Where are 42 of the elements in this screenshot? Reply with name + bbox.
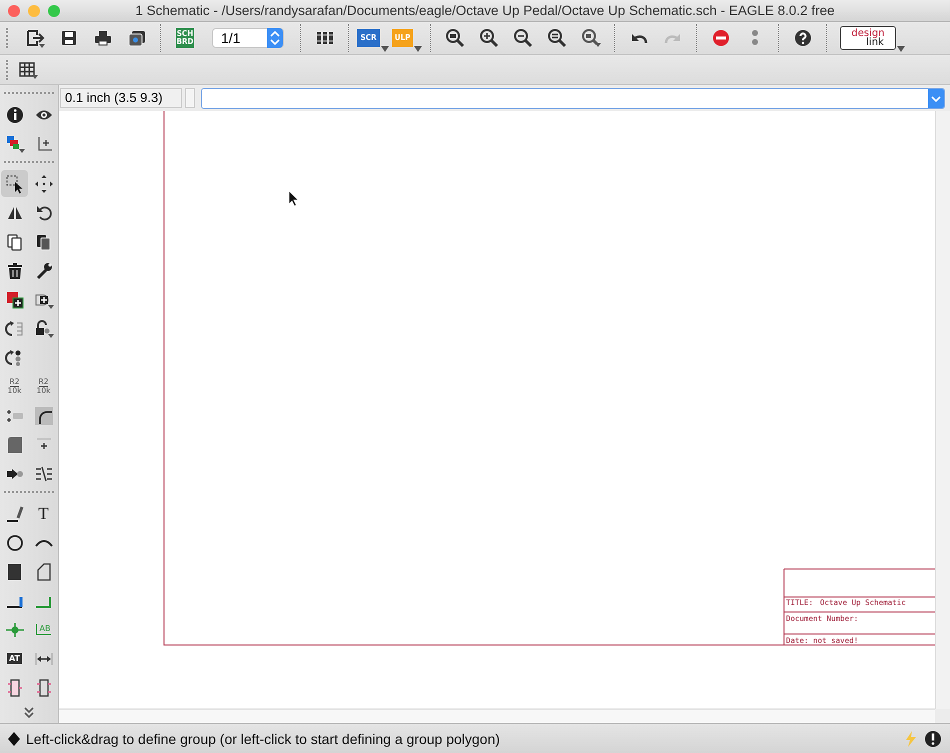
swap-gate-icon[interactable] [4,318,24,338]
attribute-tool-icon[interactable]: AT [6,653,22,664]
stop-icon[interactable] [711,28,731,48]
sheet-spinner[interactable]: 1/1 [212,28,284,48]
zoom-out-icon[interactable] [513,28,533,48]
stepper-icon[interactable] [267,28,283,48]
add-part-icon[interactable] [4,290,24,310]
cam-icon[interactable] [127,28,147,48]
status-message: Left-click&drag to define group (or left-click to start defining a group polygon) [26,730,501,746]
vertical-scrollbar[interactable] [935,111,950,709]
copy-icon[interactable] [4,232,24,252]
zoom-fit-icon[interactable] [445,28,465,48]
lock-icon[interactable] [34,318,54,338]
window-title: 1 Schematic - /Users/randysarafan/Documents/eagle/Octave Up Pedal/Octave Up Schematic.sch - EAGLE 8.0.2 free [134,3,836,18]
text-tool-icon[interactable]: T [38,504,49,524]
print-icon[interactable] [93,28,113,48]
option-field[interactable] [185,88,195,108]
warning-icon[interactable] [924,730,942,748]
export-icon[interactable] [25,28,45,48]
group-select-icon[interactable] [4,174,24,194]
save-icon[interactable] [59,28,79,48]
horizontal-scrollbar[interactable] [59,709,935,723]
sch-brd-button[interactable]: SCH BRD [176,28,194,48]
dropdown-icon[interactable] [928,88,944,108]
wire-line-icon[interactable] [4,504,24,524]
zoom-select-icon[interactable] [581,28,601,48]
mouse-cursor [288,190,300,206]
help-icon[interactable] [793,28,813,48]
layers-icon[interactable] [4,134,24,154]
script-button[interactable]: SCR [357,29,380,47]
grid-icon[interactable] [18,60,38,80]
info-icon[interactable] [4,104,24,124]
design-link-button[interactable]: design link [840,26,896,50]
diamond-icon [8,732,20,746]
circle-icon[interactable] [4,532,24,552]
miter-icon[interactable] [34,406,54,426]
move-icon[interactable] [34,174,54,194]
zoom-in-icon[interactable] [479,28,499,48]
coordinate-display: 0.1 inch (3.5 9.3) [60,88,182,108]
zoom-redraw-icon[interactable] [547,28,567,48]
command-field[interactable] [201,88,945,108]
more-tools-icon[interactable] [22,707,36,719]
